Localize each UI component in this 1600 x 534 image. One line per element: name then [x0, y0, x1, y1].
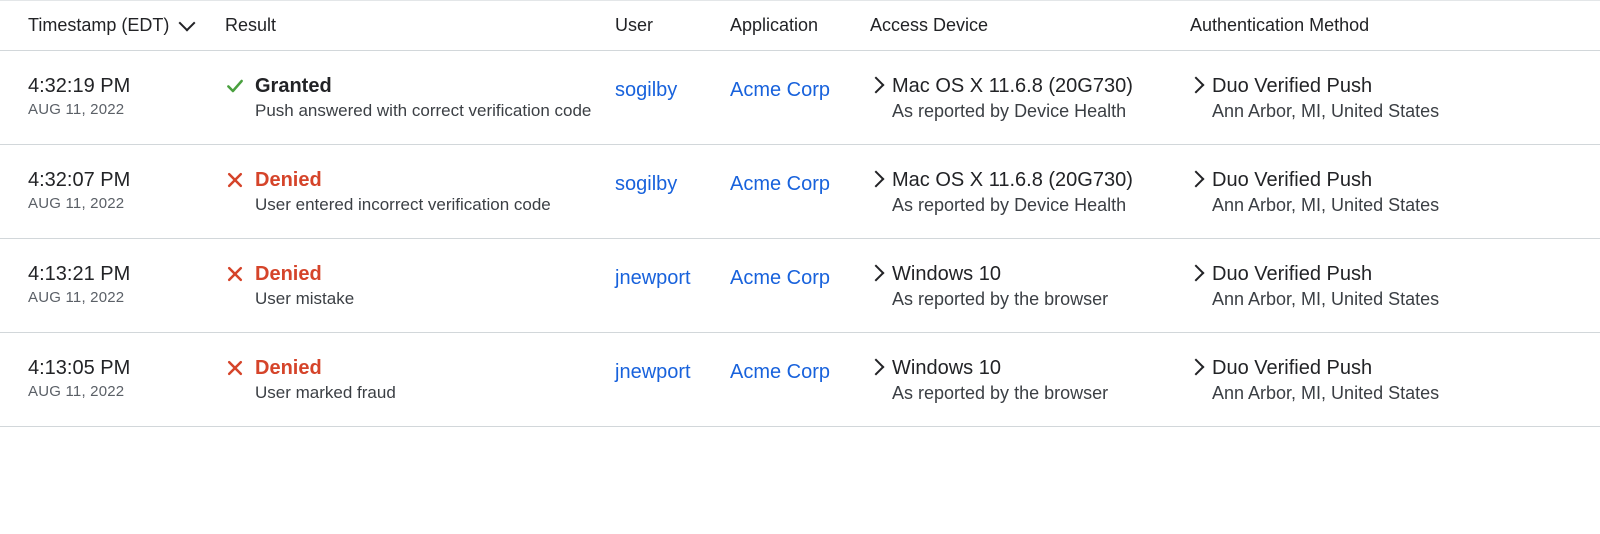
table-row: 4:32:07 PM AUG 11, 2022 Denied User ente…: [0, 145, 1600, 239]
auth-location: Ann Arbor, MI, United States: [1212, 195, 1588, 216]
result-status: Denied: [255, 167, 322, 193]
result-status: Denied: [255, 355, 322, 381]
col-header-auth-method[interactable]: Authentication Method: [1190, 1, 1600, 51]
device-name: Mac OS X 11.6.8 (20G730): [892, 73, 1133, 99]
result-status: Denied: [255, 261, 322, 287]
user-link[interactable]: jnewport: [615, 267, 691, 289]
timestamp-time: 4:13:21 PM: [28, 261, 213, 287]
x-icon: [225, 358, 245, 378]
auth-method: Duo Verified Push: [1212, 261, 1372, 287]
table-header-row: Timestamp (EDT) Result User Application …: [0, 1, 1600, 51]
timestamp-time: 4:13:05 PM: [28, 355, 213, 381]
chevron-right-icon[interactable]: [1188, 77, 1205, 94]
chevron-right-icon[interactable]: [1188, 359, 1205, 376]
x-icon: [225, 264, 245, 284]
device-subtext: As reported by the browser: [892, 289, 1178, 310]
user-link[interactable]: jnewport: [615, 361, 691, 383]
device-subtext: As reported by Device Health: [892, 101, 1178, 122]
device-name: Windows 10: [892, 355, 1001, 381]
timestamp-time: 4:32:19 PM: [28, 73, 213, 99]
x-icon: [225, 170, 245, 190]
result-detail: User marked fraud: [255, 383, 603, 403]
result-status: Granted: [255, 73, 332, 99]
chevron-right-icon[interactable]: [868, 77, 885, 94]
timestamp-date: AUG 11, 2022: [28, 195, 213, 212]
chevron-right-icon[interactable]: [868, 359, 885, 376]
auth-method: Duo Verified Push: [1212, 167, 1372, 193]
chevron-right-icon[interactable]: [1188, 171, 1205, 188]
col-header-access-device[interactable]: Access Device: [870, 1, 1190, 51]
application-link[interactable]: Acme Corp: [730, 173, 830, 195]
col-header-user[interactable]: User: [615, 1, 730, 51]
auth-log-table: Timestamp (EDT) Result User Application …: [0, 0, 1600, 427]
result-detail: User mistake: [255, 289, 603, 309]
auth-method: Duo Verified Push: [1212, 73, 1372, 99]
table-row: 4:13:21 PM AUG 11, 2022 Denied User mist…: [0, 239, 1600, 333]
chevron-down-icon: [179, 14, 196, 31]
col-header-timestamp-label: Timestamp (EDT): [28, 15, 169, 36]
table-row: 4:32:19 PM AUG 11, 2022 Granted Push ans…: [0, 51, 1600, 145]
application-link[interactable]: Acme Corp: [730, 267, 830, 289]
table-row: 4:13:05 PM AUG 11, 2022 Denied User mark…: [0, 333, 1600, 427]
result-detail: User entered incorrect verification code: [255, 195, 603, 215]
timestamp-time: 4:32:07 PM: [28, 167, 213, 193]
device-subtext: As reported by Device Health: [892, 195, 1178, 216]
chevron-right-icon[interactable]: [1188, 265, 1205, 282]
timestamp-date: AUG 11, 2022: [28, 101, 213, 118]
col-header-timestamp[interactable]: Timestamp (EDT): [28, 15, 193, 36]
auth-location: Ann Arbor, MI, United States: [1212, 289, 1588, 310]
auth-method: Duo Verified Push: [1212, 355, 1372, 381]
application-link[interactable]: Acme Corp: [730, 361, 830, 383]
col-header-result[interactable]: Result: [225, 1, 615, 51]
col-header-application[interactable]: Application: [730, 1, 870, 51]
auth-location: Ann Arbor, MI, United States: [1212, 383, 1588, 404]
result-detail: Push answered with correct verification …: [255, 101, 603, 121]
chevron-right-icon[interactable]: [868, 265, 885, 282]
auth-location: Ann Arbor, MI, United States: [1212, 101, 1588, 122]
device-name: Windows 10: [892, 261, 1001, 287]
device-subtext: As reported by the browser: [892, 383, 1178, 404]
timestamp-date: AUG 11, 2022: [28, 289, 213, 306]
chevron-right-icon[interactable]: [868, 171, 885, 188]
user-link[interactable]: sogilby: [615, 79, 677, 101]
timestamp-date: AUG 11, 2022: [28, 383, 213, 400]
user-link[interactable]: sogilby: [615, 173, 677, 195]
application-link[interactable]: Acme Corp: [730, 79, 830, 101]
check-icon: [225, 76, 245, 96]
device-name: Mac OS X 11.6.8 (20G730): [892, 167, 1133, 193]
